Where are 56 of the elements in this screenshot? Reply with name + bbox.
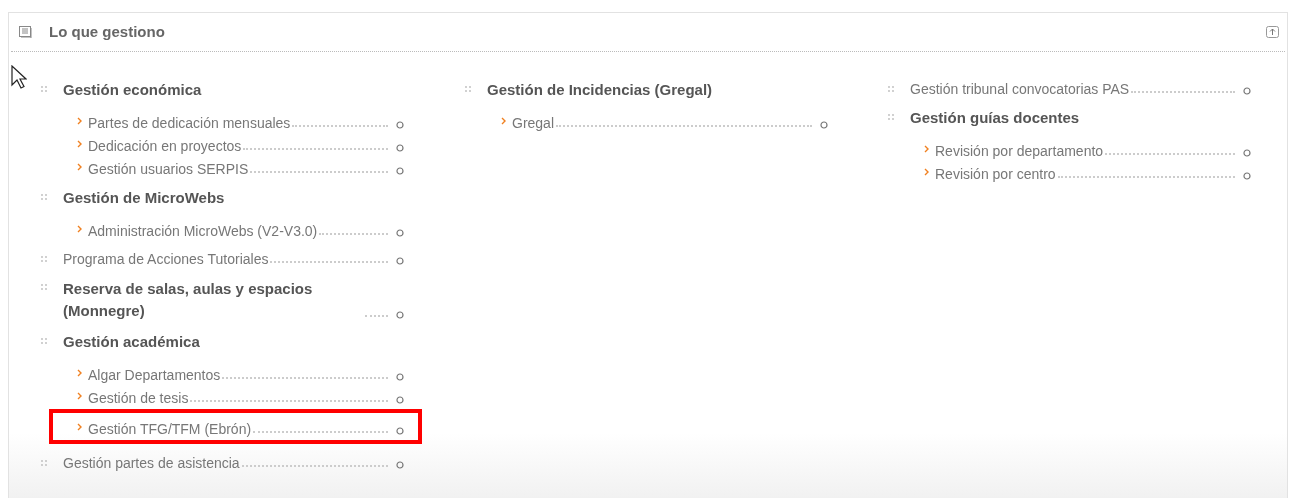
bullet-icon	[41, 194, 47, 200]
menu-link[interactable]: Algar Departamentos	[88, 366, 221, 384]
chevron-icon	[77, 163, 82, 171]
circle-icon[interactable]	[396, 311, 404, 319]
group-heading: Gestión de Incidencias (Gregal)	[487, 80, 714, 100]
cursor-icon	[11, 65, 27, 89]
circle-icon[interactable]	[396, 229, 404, 237]
circle-icon[interactable]	[396, 427, 404, 435]
group-heading: Gestión académica	[63, 332, 201, 352]
group-heading: Gestión guías docentes	[910, 108, 1081, 128]
bullet-icon	[888, 86, 894, 92]
group-heading: Gestión de MicroWebs	[63, 188, 226, 208]
chevron-icon	[924, 168, 929, 176]
circle-icon[interactable]	[820, 121, 828, 129]
chevron-icon	[77, 423, 82, 431]
menu-link[interactable]: Programa de Acciones Tutoriales	[63, 250, 269, 268]
chevron-icon	[924, 145, 929, 153]
menu-link[interactable]: Administración MicroWebs (V2-V3.0)	[88, 222, 318, 240]
menu-link[interactable]: Gestión partes de asistencia	[63, 454, 240, 472]
chevron-icon	[77, 117, 82, 125]
panel-title: Lo que gestiono	[49, 21, 165, 42]
menu-link[interactable]: Partes de dedicación mensuales	[88, 114, 291, 132]
menu-link[interactable]: Gregal	[512, 114, 555, 132]
group-heading: Gestión económica	[63, 80, 203, 100]
circle-icon[interactable]	[396, 167, 404, 175]
menu-link[interactable]: Gestión usuarios SERPIS	[88, 160, 249, 178]
circle-icon[interactable]	[1243, 172, 1251, 180]
bullet-icon	[41, 256, 47, 262]
menu-link[interactable]: Reserva de salas, aulas y espacios (Monnegre)	[63, 278, 363, 322]
circle-icon[interactable]	[396, 373, 404, 381]
circle-icon[interactable]	[1243, 87, 1251, 95]
bullet-icon	[41, 86, 47, 92]
menu-link[interactable]: Gestión de tesis	[88, 389, 189, 407]
collapse-icon[interactable]	[1266, 26, 1279, 38]
menu-link[interactable]: Dedicación en proyectos	[88, 137, 242, 155]
bullet-icon	[41, 284, 47, 290]
bullet-icon	[41, 338, 47, 344]
menu-link[interactable]: Gestión TFG/TFM (Ebrón)	[88, 420, 252, 438]
menu-link[interactable]: Revisión por centro	[935, 165, 1056, 183]
circle-icon[interactable]	[396, 121, 404, 129]
bullet-icon	[41, 460, 47, 466]
circle-icon[interactable]	[396, 144, 404, 152]
menu-link[interactable]: Gestión tribunal convocatorias PAS	[910, 80, 1130, 98]
chevron-icon	[77, 225, 82, 233]
circle-icon[interactable]	[1243, 149, 1251, 157]
circle-icon[interactable]	[396, 257, 404, 265]
chevron-icon	[77, 140, 82, 148]
circle-icon[interactable]	[396, 461, 404, 469]
bullet-icon	[465, 86, 471, 92]
chevron-icon	[77, 392, 82, 400]
circle-icon[interactable]	[396, 396, 404, 404]
bullet-icon	[888, 114, 894, 120]
chevron-icon	[501, 117, 506, 125]
document-icon	[19, 26, 33, 38]
chevron-icon	[77, 369, 82, 377]
menu-link[interactable]: Revisión por departamento	[935, 142, 1104, 160]
